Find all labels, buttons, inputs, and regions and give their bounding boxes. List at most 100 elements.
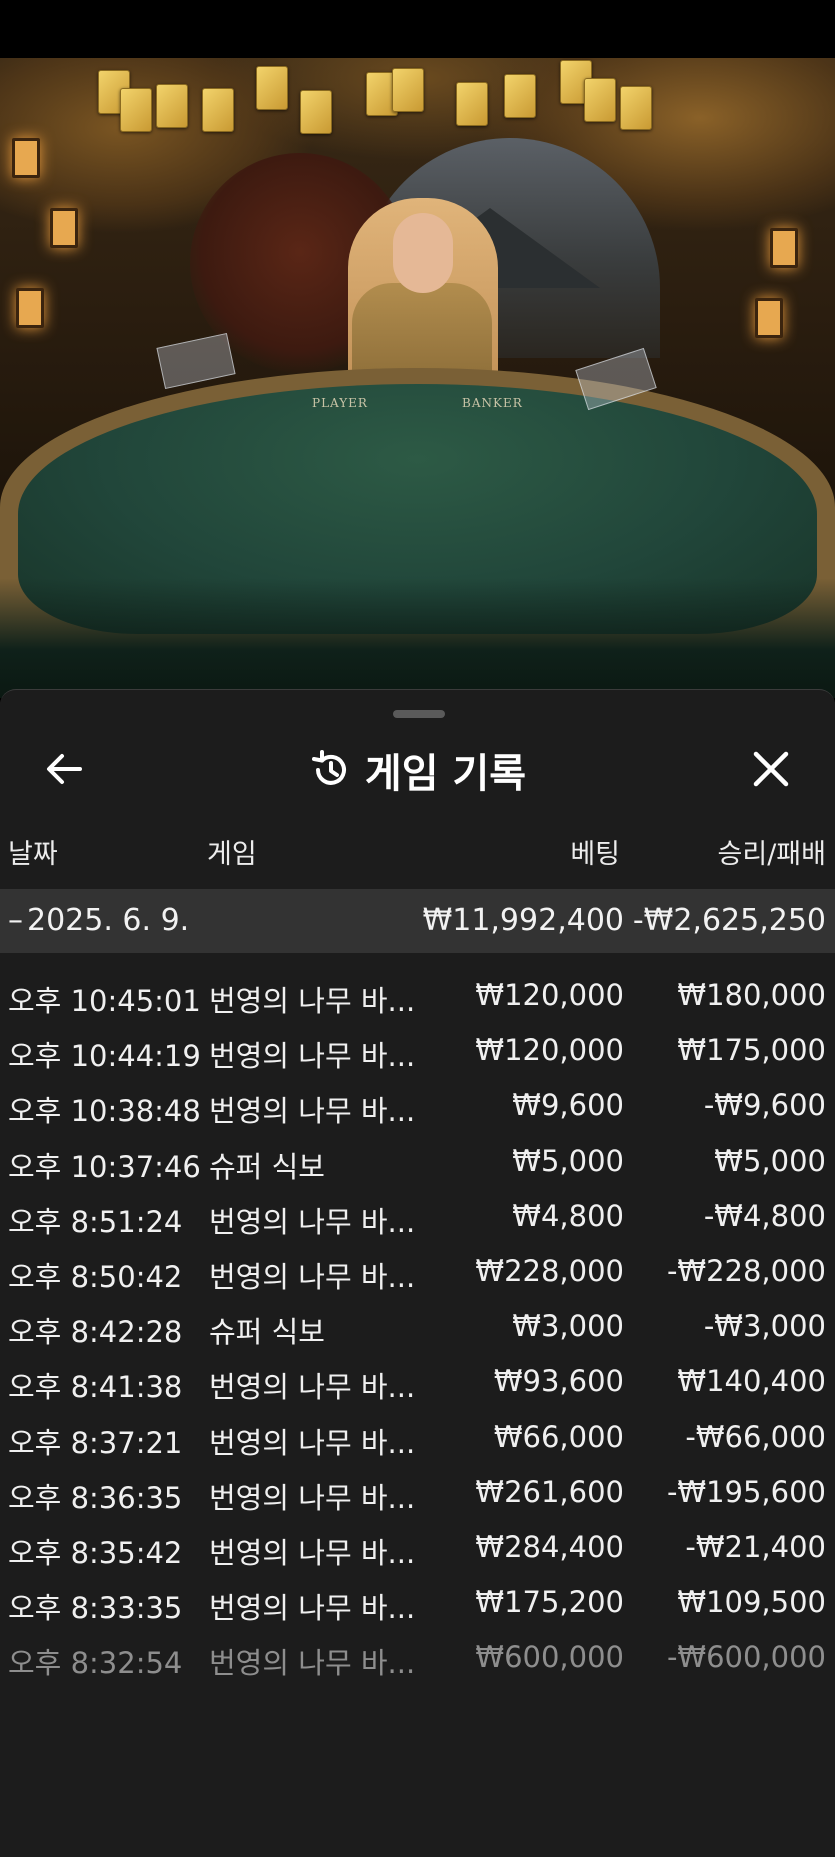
- history-row[interactable]: 오후 8:33:35 번영의 나무 바... ₩175,200 ₩109,500: [0, 1573, 835, 1633]
- hanging-card: [620, 86, 652, 130]
- column-header-bet: 베팅: [570, 839, 620, 870]
- sheet-title-group: 게임 기록: [0, 730, 835, 810]
- history-row[interactable]: 오후 10:37:46 슈퍼 식보 ₩5,000 ₩5,000: [0, 1132, 835, 1192]
- group-total-bet: ₩11,992,400: [422, 903, 624, 938]
- history-row[interactable]: 오후 8:36:35 번영의 나무 바... ₩261,600 -₩195,600: [0, 1463, 835, 1523]
- hanging-card: [202, 88, 234, 132]
- group-date: 2025. 6. 9.: [27, 903, 190, 938]
- row-bet: ₩120,000: [475, 1033, 624, 1068]
- live-video-feed: PLAYER BANKER: [0, 58, 835, 698]
- row-bet: ₩93,600: [493, 1364, 624, 1399]
- row-result: -₩9,600: [703, 1088, 826, 1123]
- row-game: 번영의 나무 바...: [209, 1370, 416, 1405]
- row-game: 번영의 나무 바...: [209, 1039, 416, 1074]
- column-header-result: 승리/패배: [717, 839, 826, 870]
- hanging-card: [456, 82, 488, 126]
- group-total-result: -₩2,625,250: [632, 903, 826, 938]
- row-bet: ₩3,000: [512, 1309, 624, 1344]
- row-game: 번영의 나무 바...: [209, 984, 416, 1018]
- row-result: ₩109,500: [677, 1585, 826, 1620]
- close-button[interactable]: [746, 744, 796, 794]
- history-row[interactable]: 오후 10:44:19 번영의 나무 바... ₩120,000 ₩175,000: [0, 1021, 835, 1081]
- row-time: 오후 8:41:38: [8, 1370, 183, 1405]
- close-icon: [753, 751, 789, 787]
- row-bet: ₩284,400: [475, 1530, 624, 1564]
- history-row[interactable]: 오후 8:35:42 번영의 나무 바... ₩284,400 -₩21,400: [0, 1518, 835, 1578]
- table-rail-shadow: [0, 578, 835, 698]
- history-row[interactable]: 오후 8:32:54 번영의 나무 바... ₩600,000 -₩600,000: [0, 1628, 835, 1688]
- row-time: 오후 8:35:42: [8, 1536, 183, 1570]
- row-game: 번영의 나무 바...: [209, 1536, 416, 1570]
- date-group-row[interactable]: – 2025. 6. 9. ₩11,992,400 -₩2,625,250: [0, 889, 835, 953]
- row-game: 번영의 나무 바...: [209, 1204, 416, 1239]
- history-row[interactable]: 오후 8:51:24 번영의 나무 바... ₩4,800 -₩4,800: [0, 1187, 835, 1247]
- column-header-game: 게임: [207, 839, 257, 870]
- row-result: -₩195,600: [666, 1474, 826, 1509]
- row-game: 번영의 나무 바...: [209, 1480, 416, 1515]
- row-time: 오후 8:42:28: [8, 1315, 183, 1350]
- lantern-right-top: [770, 228, 798, 268]
- lantern-left-mid: [50, 208, 78, 248]
- row-time: 오후 10:37:46: [8, 1149, 201, 1184]
- hanging-card: [156, 84, 188, 128]
- row-time: 오후 8:37:21: [8, 1425, 183, 1460]
- row-result: -₩600,000: [666, 1640, 826, 1675]
- row-game: 슈퍼 식보: [209, 1315, 325, 1350]
- row-game: 번영의 나무 바...: [209, 1425, 416, 1460]
- game-history-sheet: 게임 기록 날짜 게임 베팅 승리/패배 – 2025. 6. 9. ₩11,9…: [0, 689, 835, 1857]
- row-bet: ₩5,000: [512, 1143, 624, 1178]
- row-result: ₩5,000: [714, 1143, 826, 1178]
- hanging-card: [504, 74, 536, 118]
- row-bet: ₩228,000: [475, 1254, 624, 1288]
- row-time: 오후 8:32:54: [8, 1646, 183, 1681]
- row-time: 오후 8:51:24: [8, 1204, 183, 1239]
- history-row[interactable]: 오후 8:41:38 번영의 나무 바... ₩93,600 ₩140,400: [0, 1352, 835, 1412]
- row-result: -₩228,000: [666, 1254, 826, 1288]
- status-bar: [0, 0, 835, 58]
- row-game: 번영의 나무 바...: [209, 1094, 416, 1129]
- row-bet: ₩120,000: [475, 978, 624, 1012]
- scroll-fade: [0, 1750, 835, 1857]
- history-row[interactable]: 오후 10:38:48 번영의 나무 바... ₩9,600 -₩9,600: [0, 1076, 835, 1136]
- row-time: 오후 10:44:19: [8, 1039, 201, 1074]
- hanging-card: [584, 78, 616, 122]
- row-time: 오후 8:50:42: [8, 1260, 183, 1294]
- history-row[interactable]: 오후 8:42:28 슈퍼 식보 ₩3,000 -₩3,000: [0, 1297, 835, 1357]
- card-shoe-left: [156, 332, 236, 390]
- row-time: 오후 8:36:35: [8, 1480, 183, 1515]
- column-header-date: 날짜: [8, 839, 58, 870]
- history-row[interactable]: 오후 10:45:01 번영의 나무 바... ₩120,000 ₩180,000: [0, 966, 835, 1026]
- row-time: 오후 10:45:01: [8, 984, 201, 1018]
- row-result: ₩140,400: [677, 1364, 826, 1399]
- hanging-card: [392, 68, 424, 112]
- felt-label-player: PLAYER: [312, 396, 368, 410]
- sheet-header: 게임 기록: [0, 730, 835, 810]
- felt-label-banker: BANKER: [462, 396, 523, 410]
- history-row[interactable]: 오후 8:50:42 번영의 나무 바... ₩228,000 -₩228,000: [0, 1242, 835, 1302]
- row-bet: ₩66,000: [493, 1419, 624, 1454]
- row-bet: ₩261,600: [475, 1474, 624, 1509]
- history-row[interactable]: 오후 8:37:21 번영의 나무 바... ₩66,000 -₩66,000: [0, 1408, 835, 1468]
- row-time: 오후 8:33:35: [8, 1591, 183, 1626]
- hanging-card: [256, 66, 288, 110]
- row-result: ₩180,000: [677, 978, 826, 1012]
- row-result: ₩175,000: [677, 1033, 826, 1068]
- row-result: -₩21,400: [685, 1530, 826, 1564]
- row-game: 번영의 나무 바...: [209, 1646, 416, 1681]
- row-result: -₩66,000: [685, 1419, 826, 1454]
- hanging-card: [300, 90, 332, 134]
- row-time: 오후 10:38:48: [8, 1094, 201, 1129]
- lantern-left-top: [12, 138, 40, 178]
- history-icon: [311, 750, 346, 785]
- row-result: -₩4,800: [703, 1198, 826, 1233]
- drag-handle[interactable]: [393, 710, 445, 718]
- row-bet: ₩9,600: [512, 1088, 624, 1123]
- row-game: 슈퍼 식보: [209, 1149, 325, 1184]
- hanging-card: [120, 88, 152, 132]
- lantern-left-low: [16, 288, 44, 328]
- collapse-toggle[interactable]: –: [8, 903, 23, 938]
- row-bet: ₩175,200: [475, 1585, 624, 1620]
- row-bet: ₩600,000: [475, 1640, 624, 1675]
- row-game: 번영의 나무 바...: [209, 1260, 416, 1294]
- dealer-face: [393, 213, 453, 293]
